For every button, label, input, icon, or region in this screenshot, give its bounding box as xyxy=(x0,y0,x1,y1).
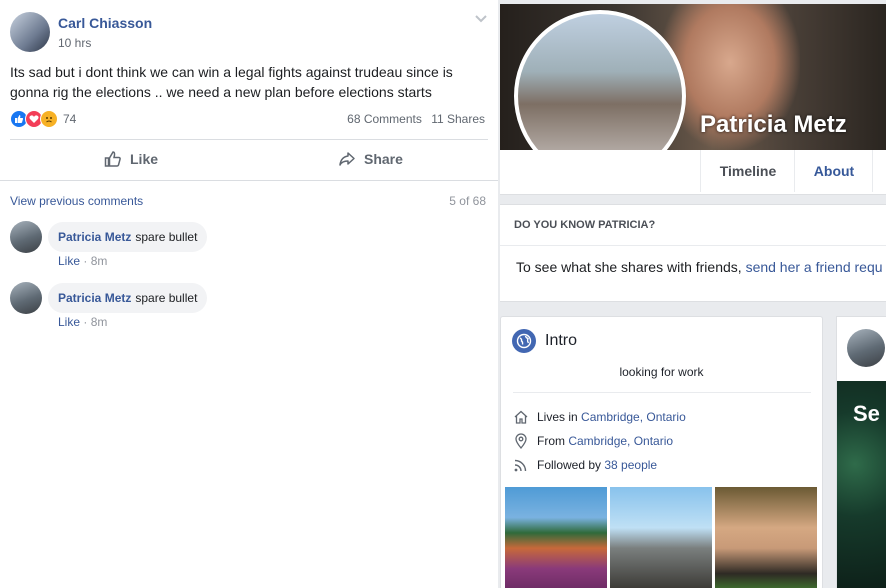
commenter-avatar[interactable] xyxy=(10,282,42,314)
like-label: Like xyxy=(130,151,159,167)
author-avatar[interactable] xyxy=(10,12,50,52)
comment-item: Patricia Metz spare bullet Like · 8m xyxy=(10,282,490,342)
divider xyxy=(10,139,488,140)
engagement-counts: 68 Comments 11 Shares xyxy=(341,112,485,126)
share-button[interactable]: Share xyxy=(338,148,403,170)
lives-in-row: Lives in Cambridge, Ontario xyxy=(513,408,686,426)
rss-feed-icon xyxy=(514,459,527,472)
post-text: Its sad but i dont think we can win a le… xyxy=(10,64,453,100)
post-panel: Carl Chiasson 10 hrs Its sad but i dont … xyxy=(0,0,498,588)
sad-reaction-icon xyxy=(40,110,58,128)
tab-about[interactable]: About xyxy=(794,150,873,192)
share-icon xyxy=(339,152,355,166)
post-image[interactable]: Se xyxy=(837,381,886,588)
intro-title: Intro xyxy=(545,332,578,349)
comment-bubble: Patricia Metz spare bullet xyxy=(48,283,208,313)
comment-text: spare bullet xyxy=(135,230,198,244)
followed-by-row: Followed by 38 people xyxy=(513,456,657,474)
tab-overflow[interactable] xyxy=(872,150,886,192)
location-pin-icon xyxy=(515,433,527,449)
followers-link[interactable]: 38 people xyxy=(604,458,657,472)
view-previous-comments-link[interactable]: View previous comments xyxy=(10,194,143,208)
shares-count[interactable]: 11 Shares xyxy=(431,112,485,126)
comment-author[interactable]: Patricia Metz xyxy=(58,291,131,305)
post-author[interactable]: Carl Chiasson xyxy=(58,15,152,31)
post-timestamp[interactable]: 10 hrs xyxy=(58,36,91,50)
comments-count[interactable]: 68 Comments xyxy=(347,112,422,126)
send-friend-request-link[interactable]: send her a friend requ xyxy=(746,259,883,275)
like-button[interactable]: Like xyxy=(104,148,158,170)
post-image-text: Se xyxy=(853,401,880,426)
photo-thumbnail[interactable] xyxy=(715,487,817,588)
from-row: From Cambridge, Ontario xyxy=(513,432,673,450)
post-avatar[interactable] xyxy=(847,329,885,367)
divider xyxy=(0,180,498,181)
comment-like-link[interactable]: Like xyxy=(58,254,80,268)
comment-time[interactable]: · 8m xyxy=(83,315,107,329)
do-you-know-prompt: To see what she shares with friends, xyxy=(516,259,742,275)
commenter-avatar[interactable] xyxy=(10,221,42,253)
comment-text: spare bullet xyxy=(135,291,198,305)
profile-name[interactable]: Patricia Metz xyxy=(700,111,847,139)
thumbs-up-icon xyxy=(104,151,121,167)
comments-header: View previous comments 5 of 68 xyxy=(10,194,486,208)
comment-time[interactable]: · 8m xyxy=(83,254,107,268)
intro-card: Intro looking for work Lives in Cambridg… xyxy=(500,316,823,588)
followed-by-label: Followed by xyxy=(537,458,602,472)
reactions-summary[interactable]: 74 xyxy=(10,110,76,128)
reaction-count: 74 xyxy=(63,112,77,126)
comment-author[interactable]: Patricia Metz xyxy=(58,230,131,244)
do-you-know-card: DO YOU KNOW PATRICIA? To see what she sh… xyxy=(500,204,886,302)
profile-panel: Patricia Metz Timeline About DO YOU KNOW… xyxy=(498,0,886,588)
globe-icon xyxy=(512,329,536,353)
photo-thumbnail[interactable] xyxy=(610,487,712,588)
do-you-know-heading: DO YOU KNOW PATRICIA? xyxy=(514,219,656,231)
comment-item: Patricia Metz spare bullet Like · 8m xyxy=(10,221,490,281)
comment-meta: Like · 8m xyxy=(58,254,107,268)
comment-like-link[interactable]: Like xyxy=(58,315,80,329)
tab-timeline[interactable]: Timeline xyxy=(700,150,795,192)
from-label: From xyxy=(537,434,565,448)
lives-in-label: Lives in xyxy=(537,410,578,424)
do-you-know-text: To see what she shares with friends, sen… xyxy=(516,259,883,275)
photo-thumbnail[interactable] xyxy=(505,487,607,588)
share-label: Share xyxy=(364,151,403,167)
lives-in-link[interactable]: Cambridge, Ontario xyxy=(581,410,686,424)
divider xyxy=(513,392,811,393)
posts-card: Se xyxy=(836,316,886,588)
from-link[interactable]: Cambridge, Ontario xyxy=(568,434,673,448)
comment-meta: Like · 8m xyxy=(58,315,107,329)
profile-nav: Timeline About xyxy=(500,150,886,195)
intro-bio: looking for work xyxy=(619,365,704,379)
house-icon xyxy=(514,410,528,424)
photo-grid xyxy=(505,487,817,588)
divider xyxy=(500,245,886,246)
comment-bubble: Patricia Metz spare bullet xyxy=(48,222,208,252)
comments-pager: 5 of 68 xyxy=(449,194,486,208)
chevron-down-icon[interactable] xyxy=(474,14,488,24)
